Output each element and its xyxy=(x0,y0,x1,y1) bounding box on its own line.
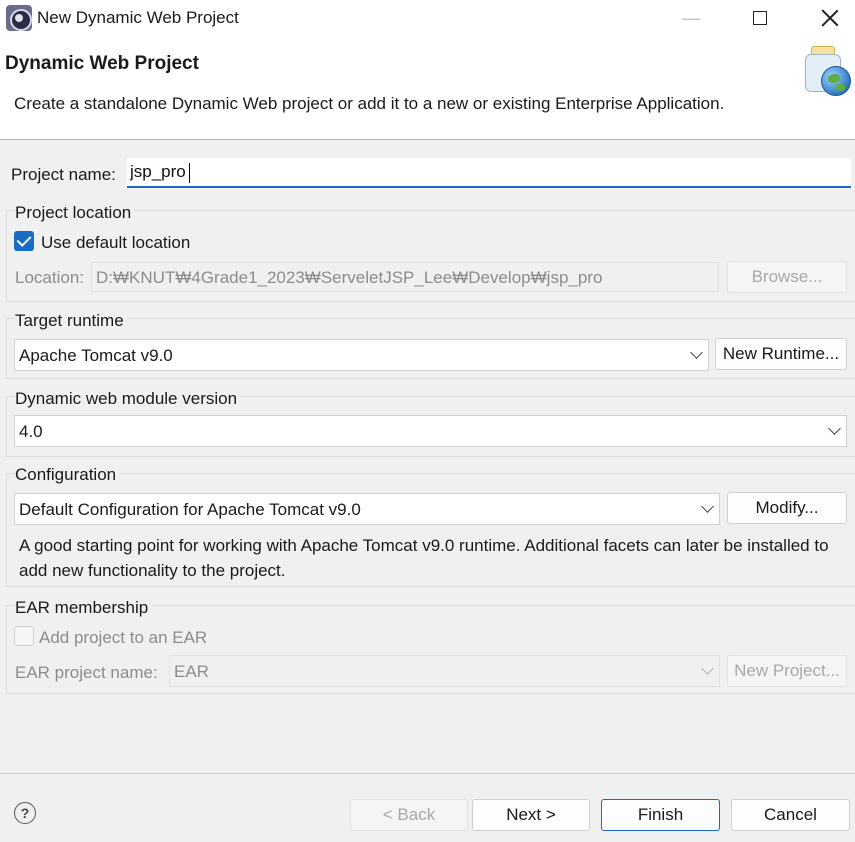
location-field[interactable]: D:₩KNUT₩4Grade1_2023₩ServeletJSP_Lee₩Dev… xyxy=(91,262,719,292)
next-button[interactable]: Next > xyxy=(472,799,590,831)
wizard-banner: Dynamic Web Project Create a standalone … xyxy=(0,38,855,140)
close-button[interactable] xyxy=(796,0,855,36)
target-runtime-select[interactable]: Apache Tomcat v9.0 xyxy=(14,339,709,371)
maximize-button[interactable] xyxy=(726,0,794,36)
target-runtime-group-label: Target runtime xyxy=(15,311,127,331)
add-to-ear-checkbox[interactable] xyxy=(14,626,34,646)
configuration-select[interactable]: Default Configuration for Apache Tomcat … xyxy=(14,493,720,525)
project-name-input[interactable] xyxy=(127,158,851,188)
ear-membership-group-label: EAR membership xyxy=(15,598,152,618)
window-title: New Dynamic Web Project xyxy=(37,8,239,27)
chevron-down-icon xyxy=(690,346,703,359)
use-default-location-label[interactable]: Use default location xyxy=(41,233,190,253)
modify-button[interactable]: Modify... xyxy=(727,492,847,524)
module-version-group-label: Dynamic web module version xyxy=(15,389,241,409)
chevron-down-icon xyxy=(828,422,841,435)
project-location-group-label: Project location xyxy=(15,203,135,223)
finish-button[interactable]: Finish xyxy=(601,799,720,831)
module-version-select[interactable]: 4.0 xyxy=(14,415,847,447)
configuration-description: A good starting point for working with A… xyxy=(19,536,829,580)
location-label: Location: xyxy=(15,268,84,287)
chevron-down-icon xyxy=(701,662,714,675)
configuration-group-label: Configuration xyxy=(15,465,120,485)
new-ear-project-button[interactable]: New Project... xyxy=(727,655,847,687)
close-icon xyxy=(821,9,839,27)
text-caret xyxy=(189,163,190,183)
target-runtime-value: Apache Tomcat v9.0 xyxy=(19,346,173,365)
chevron-down-icon xyxy=(701,500,714,513)
minimize-button[interactable]: — xyxy=(657,0,725,36)
help-icon[interactable]: ? xyxy=(14,802,36,824)
back-button[interactable]: < Back xyxy=(350,799,468,831)
page-title: Dynamic Web Project xyxy=(5,53,199,74)
module-version-value: 4.0 xyxy=(19,422,43,441)
footer-separator xyxy=(0,773,855,774)
browse-button[interactable]: Browse... xyxy=(727,261,847,293)
cancel-button[interactable]: Cancel xyxy=(731,799,850,831)
new-runtime-button[interactable]: New Runtime... xyxy=(715,338,847,370)
ear-project-name-value: EAR xyxy=(174,662,209,681)
web-project-jar-icon xyxy=(803,46,855,102)
use-default-location-checkbox[interactable] xyxy=(14,231,34,251)
configuration-value: Default Configuration for Apache Tomcat … xyxy=(19,500,361,519)
globe-icon xyxy=(821,66,851,96)
eclipse-app-icon xyxy=(6,5,32,31)
project-name-label: Project name: xyxy=(11,165,116,184)
title-bar: New Dynamic Web Project — xyxy=(0,0,855,38)
ear-project-name-label: EAR project name: xyxy=(15,663,158,682)
maximize-icon xyxy=(753,11,767,25)
add-to-ear-label[interactable]: Add project to an EAR xyxy=(39,628,207,648)
ear-project-name-select[interactable]: EAR xyxy=(169,655,720,687)
page-description: Create a standalone Dynamic Web project … xyxy=(14,94,725,113)
